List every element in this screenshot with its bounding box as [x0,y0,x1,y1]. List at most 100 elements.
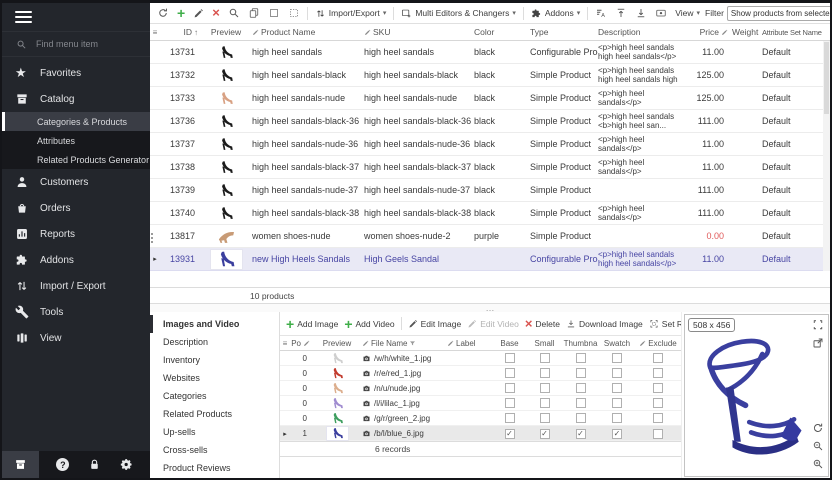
horizontal-splitter[interactable]: … [150,304,830,312]
add-image-button[interactable]: +Add Image [284,316,340,332]
column-header-product-name[interactable]: Product Name [252,27,364,37]
edit-video-button[interactable]: Edit Video [465,317,521,331]
tab-inventory[interactable]: Inventory [150,351,279,369]
swatch-checkbox[interactable] [612,368,622,378]
product-row[interactable]: 13733high heel sandals-nudehigh heel san… [150,87,830,110]
exclude-checkbox[interactable] [653,353,663,363]
base-checkbox[interactable] [505,413,515,423]
swatch-checkbox[interactable] [612,413,622,423]
sidebar-item-orders[interactable]: Orders [2,195,150,221]
column-header-description[interactable]: Description [598,27,688,37]
category-filter-select[interactable]: Show products from selected categories ▾ [727,6,830,21]
panel-splitter-handle[interactable] [150,233,153,247]
exclude-checkbox[interactable] [653,429,663,439]
lock-button[interactable] [88,458,101,471]
thumbnail-checkbox[interactable] [576,429,586,439]
thumbnail-checkbox[interactable] [576,398,586,408]
small-checkbox[interactable] [540,353,550,363]
product-row[interactable]: 13739high heel sandals-nude-37high heel … [150,179,830,202]
sidebar-item-categories-products[interactable]: Categories & Products [2,112,150,131]
set-resize-rule-button[interactable]: Set Resize Rule [647,317,681,331]
add-product-button[interactable]: + [174,5,188,21]
column-header-type[interactable]: Type [530,27,598,37]
product-row[interactable]: 13737high heel sandals-nude-36high heel … [150,133,830,156]
image-row[interactable]: 0/l/i/lilac_1.jpg [280,396,681,411]
sidebar-item-favorites[interactable]: ★Favorites [2,60,150,86]
base-checkbox[interactable] [505,398,515,408]
base-checkbox[interactable] [505,368,515,378]
exclude-checkbox[interactable] [653,368,663,378]
sidebar-item-reports[interactable]: Reports [2,221,150,247]
small-checkbox[interactable] [540,398,550,408]
rotate-button[interactable] [812,422,824,434]
edit-image-button[interactable]: Edit Image [406,317,464,331]
open-external-button[interactable] [812,337,824,349]
column-header-exclude[interactable]: Exclude [635,339,681,348]
image-row[interactable]: 0/n/u/nude.jpg [280,381,681,396]
zoom-in-button[interactable] [812,458,824,470]
multi-editors-menu[interactable]: Multi Editors & Changers▾ [398,6,519,21]
swatch-checkbox[interactable] [612,383,622,393]
tab-up-sells[interactable]: Up-sells [150,423,279,441]
tab-product-reviews[interactable]: Product Reviews [150,459,279,477]
product-row[interactable]: 13731high heel sandalshigh heel sandalsb… [150,41,830,64]
tab-related-products[interactable]: Related Products [150,405,279,423]
column-header-weight[interactable]: Weight [732,27,762,37]
grid-vertical-scrollbar[interactable] [823,41,830,271]
base-checkbox[interactable] [505,353,515,363]
thumbnail-checkbox[interactable] [576,383,586,393]
image-row[interactable]: 0/g/r/green_2.jpg [280,411,681,426]
column-header-swatch[interactable]: Swatch [599,339,635,348]
addons-menu[interactable]: Addons▾ [528,6,583,21]
exclude-checkbox[interactable] [653,383,663,393]
product-row[interactable]: 13740high heel sandals-black-38high heel… [150,202,830,225]
image-row[interactable]: 0/r/e/red_1.jpg [280,366,681,381]
tab-websites[interactable]: Websites [150,369,279,387]
settings-button[interactable] [120,458,133,471]
small-checkbox[interactable] [540,368,550,378]
delete-image-button[interactable]: ×Delete [523,316,562,332]
thumbnail-checkbox[interactable] [576,413,586,423]
tab-images-and-video[interactable]: Images and Video [150,315,279,333]
thumbnail-checkbox[interactable] [576,368,586,378]
column-header-sku[interactable]: SKU [364,27,474,37]
sidebar-item-tools[interactable]: Tools [2,299,150,325]
sidebar-item-related-products-generator[interactable]: Related Products Generator [2,150,150,169]
fullscreen-button[interactable] [812,319,824,331]
search-button[interactable] [225,5,243,21]
select-button[interactable] [265,5,283,21]
sidebar-item-customers[interactable]: Customers [2,169,150,195]
exclude-checkbox[interactable] [653,413,663,423]
sidebar-item-catalog[interactable]: Catalog [2,86,150,112]
product-row[interactable]: 13817women shoes-nudewomen shoes-nude-2p… [150,225,830,248]
column-header-position[interactable]: Po [290,339,312,348]
column-header-id[interactable]: ID↑ [160,27,200,37]
product-row[interactable]: 13738high heel sandals-black-37high heel… [150,156,830,179]
column-header-price[interactable]: Price [688,27,732,37]
column-header-attribute-set[interactable]: Attribute Set Name [762,28,823,37]
column-header-base[interactable]: Base [492,339,527,348]
column-header-preview[interactable]: Preview [312,339,362,348]
column-header-thumbnail[interactable]: Thumbna [562,339,599,348]
store-button[interactable] [2,451,39,478]
thumbnail-checkbox[interactable] [576,353,586,363]
refresh-button[interactable] [154,5,172,21]
download-image-button[interactable]: Download Image [564,317,645,331]
product-row-selected[interactable]: ▸13931new High Heels SandalsHigh Geels S… [150,248,830,271]
swatch-checkbox[interactable] [612,398,622,408]
copy-button[interactable] [245,5,263,21]
sidebar-item-addons[interactable]: Addons [2,247,150,273]
small-checkbox[interactable] [540,429,550,439]
menu-search-input[interactable]: Find menu item [2,31,150,57]
sidebar-item-import-export[interactable]: Import / Export [2,273,150,299]
column-header-preview[interactable]: Preview [200,27,252,37]
edit-product-button[interactable] [190,6,207,21]
base-checkbox[interactable] [505,429,515,439]
exclude-checkbox[interactable] [653,398,663,408]
zoom-out-button[interactable] [812,440,824,452]
column-header-file-name[interactable]: File Name [362,339,447,348]
import-export-menu[interactable]: Import/Export▾ [312,6,390,21]
image-row[interactable]: 0/w/h/white_1.jpg [280,351,681,366]
column-header-small[interactable]: Small [527,339,562,348]
swatch-checkbox[interactable] [612,429,622,439]
